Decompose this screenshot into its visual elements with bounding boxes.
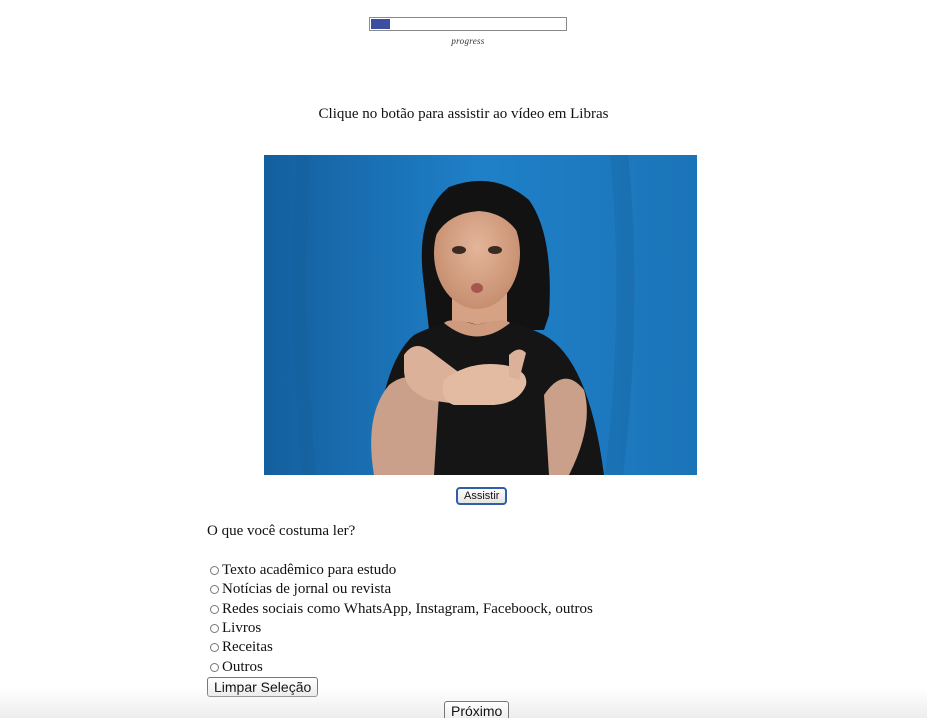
radio-button[interactable] bbox=[210, 662, 219, 672]
question-text: O que você costuma ler? bbox=[207, 523, 356, 539]
watch-video-button[interactable]: Assistir bbox=[456, 487, 508, 505]
video-instruction: Clique no botão para assistir ao vídeo e… bbox=[318, 106, 609, 122]
option-label: Texto acadêmico para estudo bbox=[222, 562, 397, 579]
progress-bar bbox=[369, 17, 567, 31]
answer-options: Texto acadêmico para estudo Notícias de … bbox=[210, 561, 593, 677]
radio-button[interactable] bbox=[210, 624, 219, 634]
option-label: Livros bbox=[222, 620, 262, 637]
sign-language-video[interactable] bbox=[264, 155, 697, 475]
progress-label: progress bbox=[451, 36, 485, 46]
option-others[interactable]: Outros bbox=[210, 657, 593, 676]
option-news[interactable]: Notícias de jornal ou revista bbox=[210, 580, 593, 599]
option-label: Outros bbox=[222, 658, 263, 675]
sign-language-video-thumbnail bbox=[264, 155, 697, 475]
option-label: Notícias de jornal ou revista bbox=[222, 581, 392, 598]
option-books[interactable]: Livros bbox=[210, 619, 593, 638]
option-academic-text[interactable]: Texto acadêmico para estudo bbox=[210, 561, 593, 580]
radio-button[interactable] bbox=[210, 585, 219, 595]
option-social-media[interactable]: Redes sociais como WhatsApp, Instagram, … bbox=[210, 600, 593, 619]
option-label: Redes sociais como WhatsApp, Instagram, … bbox=[222, 600, 593, 617]
survey-page: progress Clique no botão para assistir a… bbox=[0, 0, 927, 718]
option-label: Receitas bbox=[222, 639, 273, 656]
progress-indicator: progress bbox=[369, 17, 567, 46]
radio-button[interactable] bbox=[210, 566, 219, 576]
radio-button[interactable] bbox=[210, 604, 219, 614]
radio-button[interactable] bbox=[210, 643, 219, 653]
progress-bar-fill bbox=[371, 19, 390, 29]
option-recipes[interactable]: Receitas bbox=[210, 638, 593, 657]
next-button[interactable]: Próximo bbox=[444, 701, 510, 718]
